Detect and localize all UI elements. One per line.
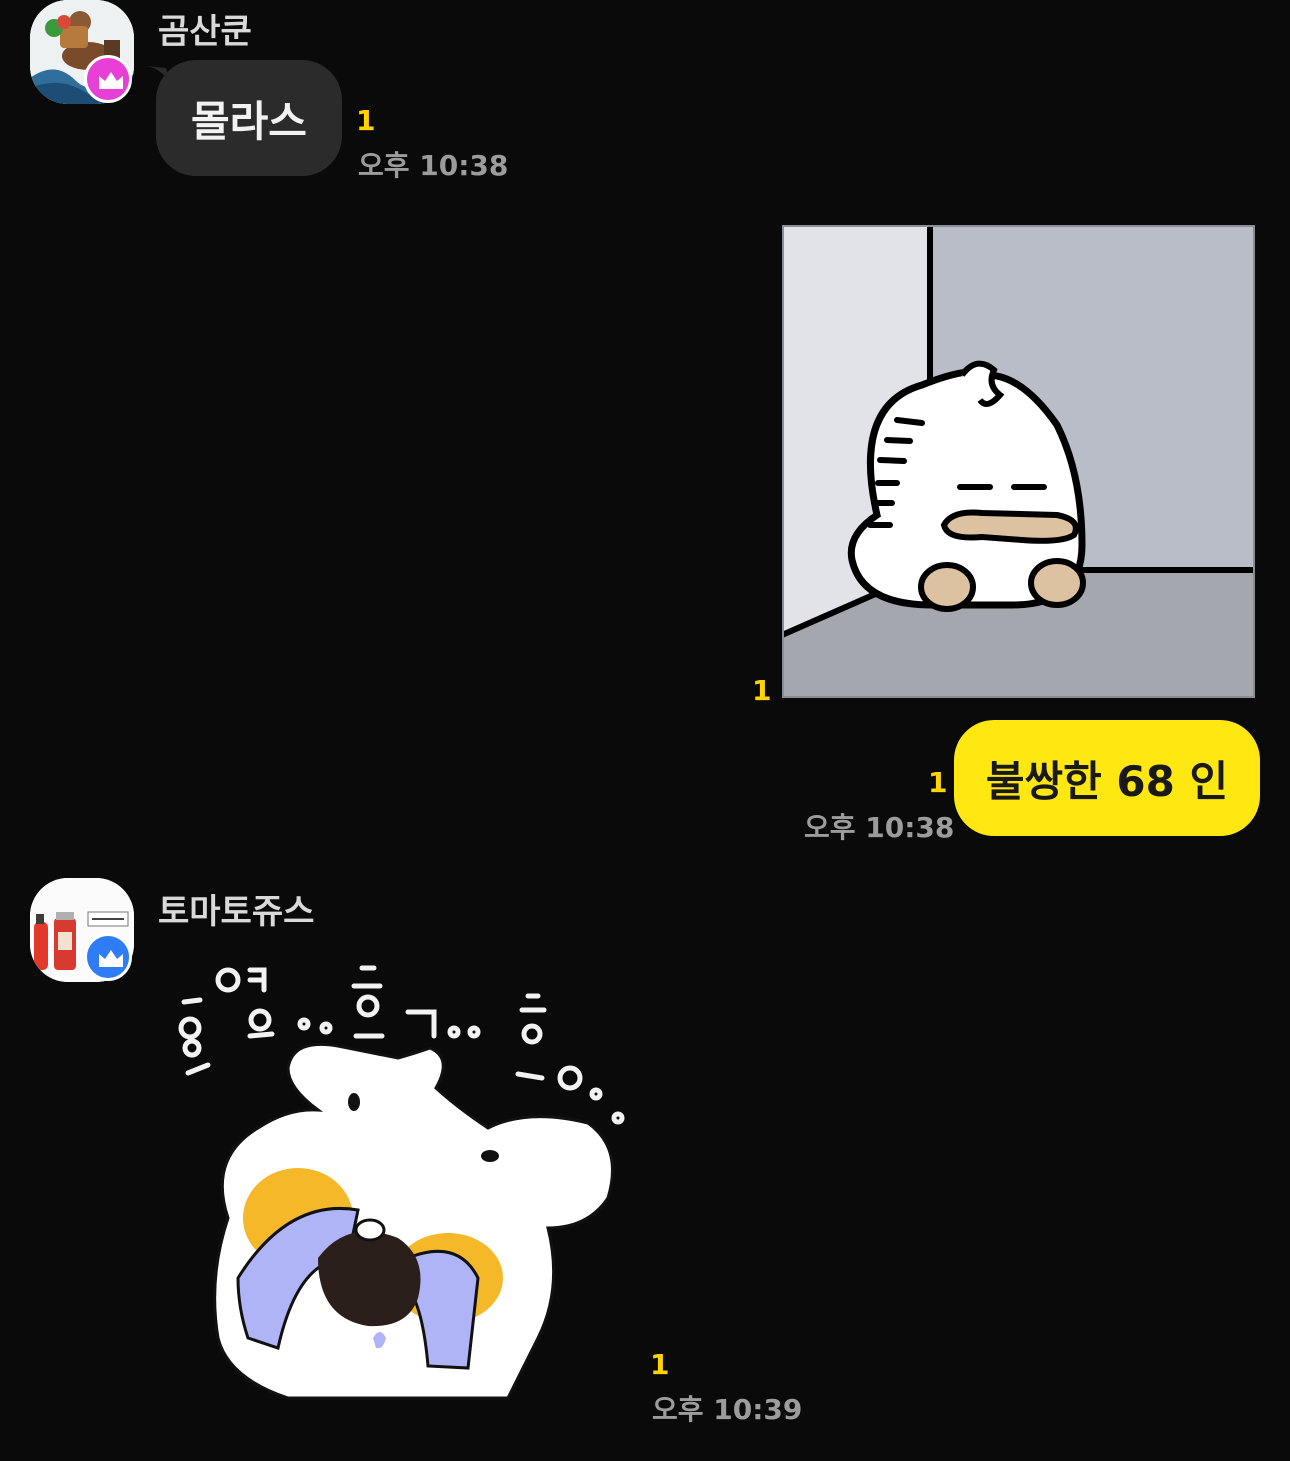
chat-room: 곰산쿤 몰라스 1 오후 10:38 1 1 오후 10:38 불쌍한 68 인… xyxy=(0,0,1290,1461)
timestamp: 오후 10:39 xyxy=(652,1393,803,1426)
timestamp: 오후 10:38 xyxy=(358,149,509,182)
unread-count: 1 xyxy=(356,104,376,137)
message-bubble[interactable]: 불쌍한 68 인 xyxy=(954,720,1260,836)
message-bubble[interactable]: 몰라스 xyxy=(156,60,342,176)
sender-name: 곰산쿤 xyxy=(158,12,252,52)
crying-dog-sticker[interactable] xyxy=(168,958,638,1408)
bubble-tail xyxy=(146,66,170,82)
sender-name: 토마토쥬스 xyxy=(158,892,315,932)
message-text: 불쌍한 68 인 xyxy=(985,756,1229,806)
crown-badge xyxy=(84,933,132,981)
crown-badge xyxy=(84,55,132,103)
message-text: 몰라스 xyxy=(191,96,307,146)
crown-icon xyxy=(99,72,123,89)
unread-count: 1 xyxy=(928,766,948,799)
timestamp: 오후 10:38 xyxy=(804,811,955,844)
unread-count: 1 xyxy=(650,1348,670,1381)
sad-duck-corner-sticker[interactable] xyxy=(780,225,1255,698)
crown-icon xyxy=(99,950,123,967)
unread-count: 1 xyxy=(752,674,772,707)
